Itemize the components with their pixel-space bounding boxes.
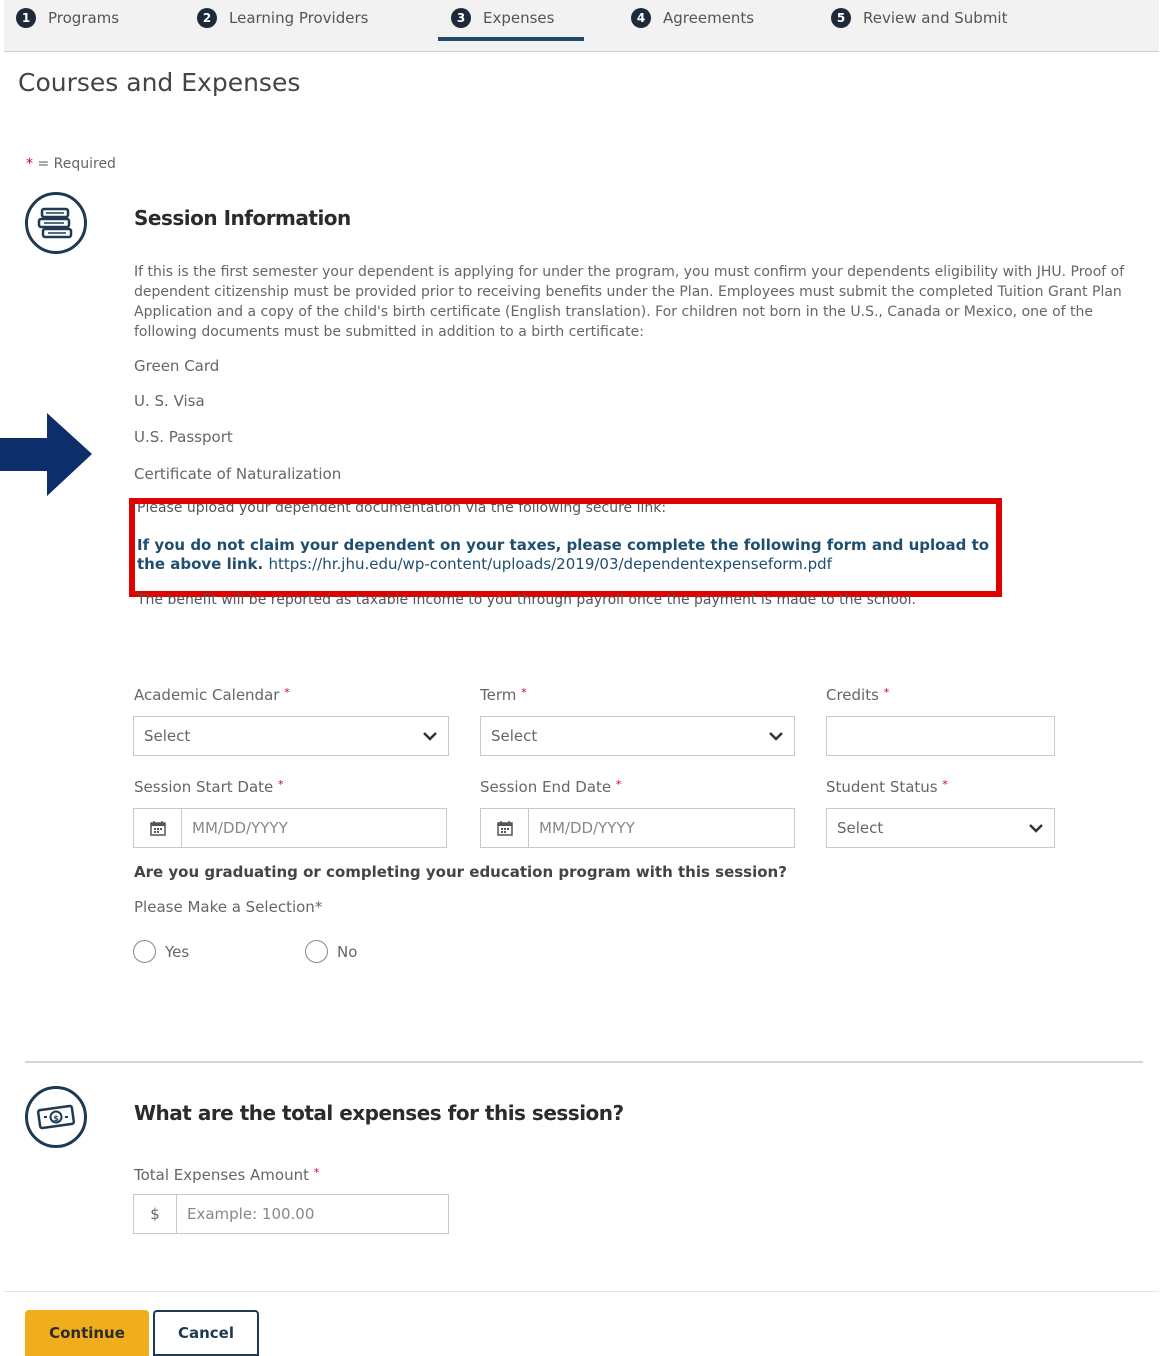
session-start-date-placeholder: MM/DD/YYYY — [192, 819, 288, 837]
total-expenses-label: Total Expenses Amount * — [134, 1166, 319, 1184]
required-note: * = Required — [26, 156, 116, 172]
step-label: Agreements — [663, 9, 755, 27]
required-star: * — [278, 778, 284, 791]
chevron-down-icon — [1029, 824, 1043, 833]
step-label: Review and Submit — [863, 9, 1008, 27]
step-label: Expenses — [483, 9, 555, 27]
academic-calendar-value: Select — [144, 727, 191, 745]
total-expenses-placeholder: Example: 100.00 — [187, 1205, 315, 1223]
step-number: 5 — [831, 8, 851, 28]
term-label-text: Term — [480, 686, 517, 704]
term-value: Select — [491, 727, 538, 745]
document-item: U.S. Passport — [134, 428, 233, 446]
money-icon: $ — [25, 1086, 87, 1148]
page-title: Courses and Expenses — [18, 68, 301, 97]
academic-calendar-label-text: Academic Calendar — [134, 686, 280, 704]
credits-input[interactable] — [826, 716, 1055, 756]
session-start-date-label: Session Start Date * — [134, 778, 284, 796]
books-icon — [25, 192, 87, 254]
radio-no-label: No — [337, 942, 358, 961]
selection-label: Please Make a Selection* — [134, 898, 323, 916]
chevron-down-icon — [423, 732, 437, 741]
student-status-label-text: Student Status — [826, 778, 938, 796]
expenses-title: What are the total expenses for this ses… — [134, 1101, 624, 1125]
calendar-icon[interactable] — [134, 809, 182, 847]
required-star: * — [521, 686, 527, 699]
session-end-date-label-text: Session End Date — [480, 778, 612, 796]
required-star: * — [883, 686, 890, 699]
progress-stepper: 1 Programs 2 Learning Providers 3 Expens… — [4, 0, 1159, 52]
chevron-down-icon — [769, 732, 783, 741]
step-number: 2 — [197, 8, 217, 28]
credits-label: Credits * — [826, 686, 889, 704]
currency-symbol: $ — [134, 1195, 177, 1233]
eligibility-info-text: If this is the first semester your depen… — [134, 264, 1125, 340]
credits-label-text: Credits — [826, 686, 879, 704]
step-label: Programs — [48, 9, 120, 27]
cancel-button[interactable]: Cancel — [153, 1310, 259, 1356]
academic-calendar-select[interactable]: Select — [133, 716, 449, 756]
step-label: Learning Providers — [229, 9, 369, 27]
radio-yes-label: Yes — [165, 942, 190, 961]
required-star: * — [942, 778, 948, 791]
benefit-notice: The benefit will be reported as taxable … — [137, 592, 916, 608]
calendar-icon[interactable] — [481, 809, 529, 847]
academic-calendar-label: Academic Calendar * — [134, 686, 290, 704]
graduation-question: Are you graduating or completing your ed… — [134, 863, 787, 881]
required-star: * — [284, 686, 290, 699]
term-label: Term * — [480, 686, 527, 704]
radio-yes[interactable]: Yes — [133, 940, 189, 963]
step-expenses[interactable]: 3 Expenses — [451, 6, 554, 30]
continue-button[interactable]: Continue — [25, 1310, 149, 1356]
session-information-title: Session Information — [134, 206, 351, 230]
session-end-date-label: Session End Date * — [480, 778, 621, 796]
session-end-date-input[interactable]: MM/DD/YYYY — [480, 808, 795, 848]
student-status-value: Select — [837, 819, 884, 837]
total-expenses-input[interactable]: $ Example: 100.00 — [133, 1194, 449, 1234]
step-number: 4 — [631, 8, 651, 28]
step-review-and-submit[interactable]: 5 Review and Submit — [831, 6, 1008, 30]
step-learning-providers[interactable]: 2 Learning Providers — [197, 6, 368, 30]
radio-no[interactable]: No — [305, 940, 357, 963]
required-star: * — [615, 778, 622, 791]
document-item: Green Card — [134, 357, 220, 375]
footer-divider — [4, 1291, 1159, 1292]
radio-circle[interactable] — [133, 940, 156, 963]
highlight-box — [129, 498, 1002, 597]
required-note-text: = Required — [33, 156, 116, 172]
student-status-select[interactable]: Select — [826, 808, 1055, 848]
step-programs[interactable]: 1 Programs — [16, 6, 119, 30]
active-step-indicator — [438, 37, 584, 41]
student-status-label: Student Status * — [826, 778, 948, 796]
step-number: 1 — [16, 8, 36, 28]
total-expenses-label-text: Total Expenses Amount — [134, 1166, 309, 1184]
section-divider — [25, 1061, 1143, 1063]
session-start-date-input[interactable]: MM/DD/YYYY — [133, 808, 447, 848]
session-start-date-label-text: Session Start Date — [134, 778, 274, 796]
document-item: U. S. Visa — [134, 392, 205, 410]
term-select[interactable]: Select — [480, 716, 795, 756]
right-arrow-icon — [0, 413, 92, 496]
radio-circle[interactable] — [305, 940, 328, 963]
step-number: 3 — [451, 8, 471, 28]
svg-text:$: $ — [53, 1114, 59, 1123]
step-agreements[interactable]: 4 Agreements — [631, 6, 754, 30]
required-star: * — [313, 1166, 320, 1179]
required-star: * — [26, 156, 33, 172]
document-item: Certificate of Naturalization — [134, 465, 342, 483]
session-end-date-placeholder: MM/DD/YYYY — [539, 819, 635, 837]
